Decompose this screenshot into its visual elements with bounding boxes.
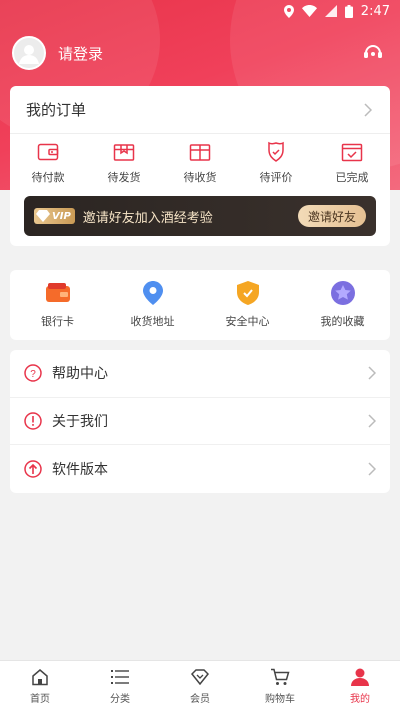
order-pending-payment[interactable]: 待付款 [10, 141, 86, 185]
tab-label: 首页 [30, 694, 50, 705]
tool-my-favorites[interactable]: 我的收藏 [295, 281, 390, 329]
completed-icon [341, 141, 363, 163]
shield-icon [236, 281, 260, 305]
star-icon [330, 281, 355, 305]
tab-cart[interactable]: 购物车 [240, 661, 320, 711]
diamond-icon [36, 210, 50, 222]
vip-invite-text: 邀请好友加入酒经考验 [82, 210, 213, 226]
profile-icon [350, 667, 370, 687]
review-icon [265, 141, 287, 163]
help-icon: ? [24, 364, 42, 383]
tab-category[interactable]: 分类 [80, 661, 160, 711]
menu-card: ? 帮助中心 关于我们 软件版本 [10, 350, 390, 493]
tool-label: 银行卡 [41, 315, 74, 328]
tool-label: 收货地址 [130, 315, 175, 328]
avatar[interactable] [12, 36, 46, 70]
package-icon [189, 141, 211, 163]
user-row: 请登录 [12, 36, 384, 70]
tools-card: 银行卡 收货地址 安全中心 我的收藏 [10, 270, 390, 340]
tab-label: 分类 [110, 694, 130, 705]
chevron-right-icon [364, 102, 374, 117]
default-avatar-icon [19, 45, 39, 64]
menu-label: 软件版本 [52, 461, 108, 478]
menu-about-us[interactable]: 关于我们 [10, 398, 390, 446]
orders-card: 我的订单 待付款 待发货 待收货 待评价 已完成 VIP 邀请好友加入酒经考验 … [10, 86, 390, 246]
orders-status-row: 待付款 待发货 待收货 待评价 已完成 [10, 134, 390, 192]
order-pending-review[interactable]: 待评价 [238, 141, 314, 185]
order-pending-receipt[interactable]: 待收货 [162, 141, 238, 185]
tab-home[interactable]: 首页 [0, 661, 80, 711]
order-item-label: 待付款 [31, 171, 65, 184]
box-icon [113, 141, 135, 163]
tool-shipping-address[interactable]: 收货地址 [105, 281, 200, 329]
tool-label: 安全中心 [225, 315, 270, 328]
tab-label: 我的 [350, 694, 370, 705]
info-icon [24, 412, 42, 430]
battery-icon [344, 4, 353, 18]
wallet-icon [37, 141, 59, 163]
member-icon [190, 667, 210, 687]
orders-header[interactable]: 我的订单 [10, 86, 390, 134]
menu-help-center[interactable]: ? 帮助中心 [10, 350, 390, 398]
menu-software-version[interactable]: 软件版本 [10, 445, 390, 493]
svg-text:?: ? [30, 369, 36, 380]
vip-badge-text: VIP [52, 210, 71, 222]
category-icon [110, 667, 130, 687]
vip-invite-banner[interactable]: VIP 邀请好友加入酒经考验 邀请好友 [24, 196, 376, 236]
chevron-right-icon [368, 366, 378, 380]
tool-security-center[interactable]: 安全中心 [200, 281, 295, 329]
invite-friends-button[interactable]: 邀请好友 [297, 205, 366, 227]
signal-icon [324, 5, 337, 17]
tab-label: 购物车 [265, 694, 295, 705]
status-time: 2:47 [360, 3, 390, 19]
tab-member[interactable]: 会员 [160, 661, 240, 711]
order-item-label: 待评价 [259, 171, 293, 184]
tab-profile[interactable]: 我的 [320, 661, 400, 711]
location-status-icon [283, 4, 294, 18]
home-icon [30, 667, 50, 687]
order-pending-shipment[interactable]: 待发货 [86, 141, 162, 185]
order-completed[interactable]: 已完成 [314, 141, 390, 185]
vip-badge: VIP [34, 208, 75, 224]
bank-card-icon [45, 281, 70, 305]
cart-icon [270, 667, 290, 687]
bottom-tab-bar: 首页 分类 会员 购物车 我的 [0, 660, 400, 711]
login-link[interactable]: 请登录 [58, 43, 362, 64]
menu-label: 帮助中心 [52, 366, 108, 383]
status-bar: 2:47 [0, 0, 400, 22]
version-icon [24, 460, 42, 478]
location-icon [141, 281, 165, 305]
chevron-right-icon [368, 462, 378, 476]
tool-label: 我的收藏 [320, 315, 365, 328]
order-item-label: 待收货 [183, 171, 217, 184]
tab-label: 会员 [190, 694, 210, 705]
orders-title: 我的订单 [26, 101, 87, 119]
chevron-right-icon [368, 414, 378, 428]
tool-bank-card[interactable]: 银行卡 [10, 281, 105, 329]
customer-service-icon[interactable] [362, 42, 384, 64]
order-item-label: 已完成 [335, 171, 369, 184]
order-item-label: 待发货 [107, 171, 141, 184]
menu-label: 关于我们 [52, 413, 108, 430]
wifi-icon [301, 5, 317, 17]
